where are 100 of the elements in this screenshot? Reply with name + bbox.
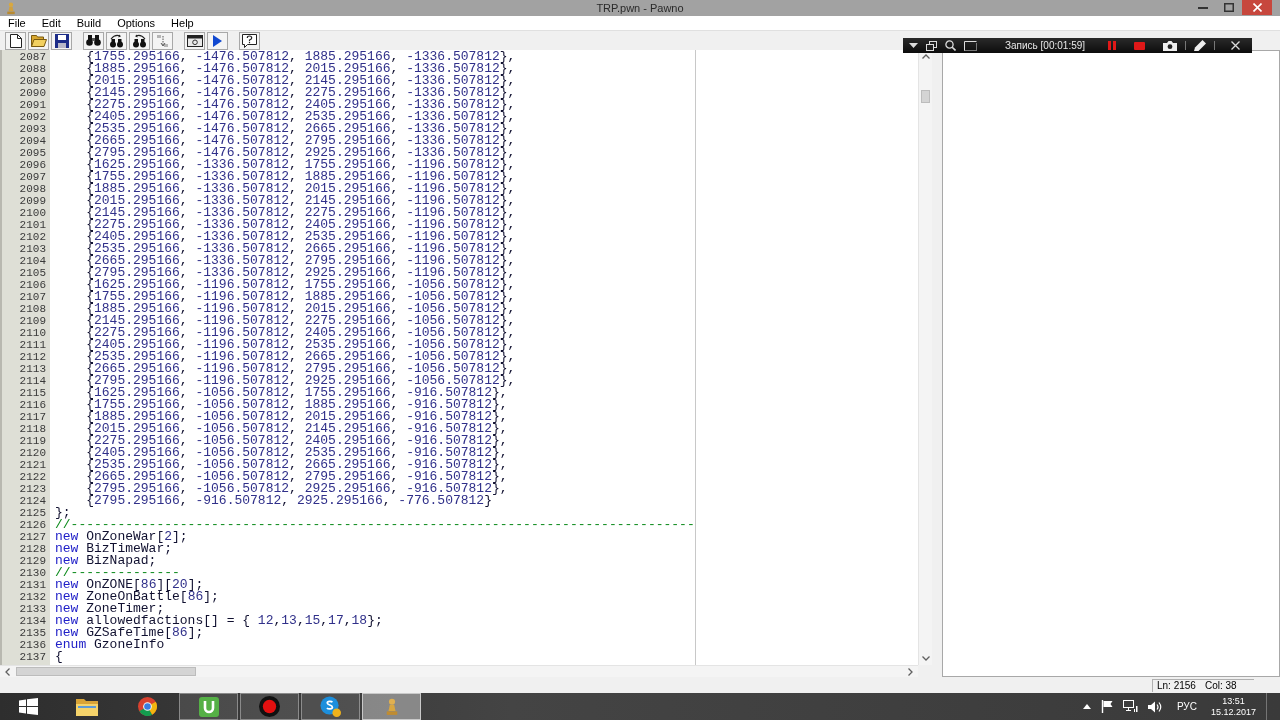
code-line: {2795.295166, -1336.507812, 2925.295166, -1196.507812}, [85, 267, 516, 279]
menu-item[interactable]: Edit [33, 16, 69, 30]
pause-icon[interactable] [1108, 41, 1116, 50]
record-icon [259, 696, 280, 717]
line-number: 2109 [19, 315, 46, 327]
minimize-icon [1198, 6, 1208, 9]
line-number: 2130 [19, 567, 46, 579]
help-button[interactable] [239, 31, 260, 50]
line-number: 2129 [19, 555, 46, 567]
line-number: 2116 [19, 399, 46, 411]
code-line: {2665.295166, -1196.507812, 2795.295166, -1056.507812}, [85, 363, 516, 375]
help-icon [242, 33, 257, 48]
code-line: {2535.295166, -1196.507812, 2665.295166, -1056.507812}, [85, 351, 516, 363]
line-number: 2087 [19, 51, 46, 63]
code-line: //-------------- [55, 567, 180, 579]
code-line: {2275.295166, -1336.507812, 2405.295166, -1196.507812}, [85, 219, 516, 231]
windows-logo-icon [18, 698, 38, 715]
line-number: 2114 [19, 375, 46, 387]
caret-down-icon[interactable] [909, 43, 918, 48]
line-number: 2133 [19, 603, 46, 615]
compile-button[interactable] [184, 31, 205, 50]
play-icon [213, 34, 222, 47]
menu-item[interactable]: Help [163, 16, 202, 30]
menu-item[interactable]: File [0, 16, 34, 30]
clock[interactable]: 13:51 15.12.2017 [1210, 695, 1256, 718]
taskbar-app-button[interactable] [179, 693, 238, 720]
code-line: {2015.295166, -1336.507812, 2145.295166, -1196.507812}, [85, 195, 516, 207]
binoculars-arrow-icon [109, 33, 124, 48]
find-next-button[interactable] [106, 31, 127, 50]
new-file-button[interactable] [5, 31, 26, 50]
open-file-button[interactable] [28, 31, 49, 50]
caret-right-icon[interactable] [908, 667, 913, 676]
code-line: {2275.295166, -1196.507812, 2405.295166, -1056.507812}, [85, 327, 516, 339]
caret-up-icon[interactable] [1082, 704, 1091, 709]
scroll-thumb[interactable] [921, 90, 930, 103]
line-number: 2104 [19, 255, 46, 267]
dotted-rectangle-icon[interactable] [964, 40, 977, 51]
taskbar-app-button[interactable] [240, 693, 299, 720]
menu-item[interactable]: Build [68, 16, 110, 30]
line-number: 2108 [19, 303, 46, 315]
search-icon[interactable] [945, 40, 956, 51]
column-position: Col: 38 [1204, 679, 1237, 692]
window-title: TRP.pwn - Pawno [596, 1, 684, 15]
find-button[interactable] [83, 31, 104, 50]
caret-up-icon[interactable] [921, 54, 930, 59]
pawn-icon [6, 1, 16, 15]
pawn-icon [384, 697, 399, 716]
speaker-icon[interactable] [1147, 700, 1163, 713]
line-number: 2102 [19, 231, 46, 243]
flag-icon[interactable] [1100, 700, 1113, 713]
taskbar-app-button[interactable] [301, 693, 360, 720]
line-number: 2098 [19, 183, 46, 195]
code-line: {2665.295166, -1476.507812, 2795.295166, -1336.507812}, [85, 135, 516, 147]
replace-button[interactable] [129, 31, 150, 50]
line-number: 2136 [19, 639, 46, 651]
language-indicator[interactable]: РУС [1176, 699, 1197, 714]
menu-item[interactable]: Options [109, 16, 164, 30]
line-number: 2137 [19, 651, 46, 663]
code-line: {2405.295166, -1476.507812, 2535.295166, -1336.507812}, [85, 111, 516, 123]
line-number: 2100 [19, 207, 46, 219]
code-line: {2405.295166, -1056.507812, 2535.295166, -916.507812}, [85, 447, 508, 459]
line-position: Ln: 2156 [1157, 679, 1196, 692]
overlapping-windows-icon[interactable] [926, 40, 937, 51]
line-number: 2095 [19, 147, 46, 159]
code-line: {2795.295166, -1056.507812, 2925.295166, -916.507812}, [85, 483, 508, 495]
network-icon[interactable] [1122, 700, 1138, 713]
recording-timer: Запись [00:01:59] [1005, 39, 1086, 52]
code-line: {2795.295166, -916.507812, 2925.295166, -776.507812} [85, 495, 492, 507]
code-editor[interactable] [50, 50, 918, 665]
code-line: {2535.295166, -1476.507812, 2665.295166, -1336.507812}, [85, 123, 516, 135]
line-number: 2103 [19, 243, 46, 255]
code-line: {1625.295166, -1196.507812, 1755.295166, -1056.507812}, [85, 279, 516, 291]
caret-left-icon[interactable] [5, 667, 10, 676]
code-line: new ZoneOnBattle[86]; [55, 591, 219, 603]
scroll-thumb[interactable] [16, 667, 196, 676]
line-number: 2091 [19, 99, 46, 111]
caret-down-icon[interactable] [921, 656, 930, 661]
code-line: {1755.295166, -1476.507812, 1885.295166, -1336.507812}, [85, 51, 516, 63]
line-number: 2101 [19, 219, 46, 231]
line-number: 2135 [19, 627, 46, 639]
code-line: {1625.295166, -1056.507812, 1755.295166, -916.507812}, [85, 387, 508, 399]
line-number: 2094 [19, 135, 46, 147]
line-number: 2110 [19, 327, 46, 339]
line-number: 2111 [19, 339, 46, 351]
close-icon[interactable] [1231, 41, 1240, 50]
folder-icon [30, 34, 47, 47]
code-line: new OnZONE[86][20]; [55, 579, 204, 591]
close-button[interactable] [1242, 0, 1272, 15]
line-number: 2128 [19, 543, 46, 555]
horizontal-scrollbar[interactable] [0, 665, 918, 677]
vertical-scrollbar[interactable] [918, 50, 932, 665]
code-line: new BizTimeWar; [55, 543, 173, 555]
line-number: 2124 [19, 495, 46, 507]
line-number: 2132 [19, 591, 46, 603]
save-button[interactable] [51, 31, 72, 50]
code-line: enum GzoneInfo [55, 639, 165, 651]
camera-icon[interactable] [1163, 40, 1177, 51]
stop-icon[interactable] [1134, 41, 1145, 50]
run-button[interactable] [207, 31, 228, 50]
line-number: 2105 [19, 267, 46, 279]
